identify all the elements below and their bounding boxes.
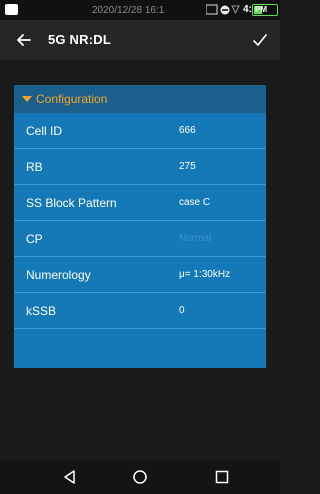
cast-icon (206, 4, 218, 15)
field-label: Numerology (26, 268, 91, 282)
field-label: kSSB (26, 304, 57, 318)
field-label: RB (26, 160, 43, 174)
field-value[interactable]: case C (179, 197, 259, 208)
status-icons (206, 4, 240, 15)
notification-icon (5, 4, 18, 15)
field-value-disabled: Normal (179, 233, 212, 244)
confirm-check-icon[interactable] (250, 30, 270, 50)
navigation-bar (0, 460, 280, 494)
field-row-cp: CP Normal (14, 221, 266, 257)
page-title: 5G NR:DL (48, 32, 111, 47)
field-label: Cell ID (26, 124, 63, 138)
status-datetime: 2020/12/28 16:1 (92, 5, 165, 16)
field-value[interactable]: μ= 1:30kHz (179, 269, 259, 280)
back-arrow-icon[interactable] (14, 30, 34, 50)
section-title: Configuration (36, 92, 108, 106)
battery-label: PM (255, 5, 267, 14)
field-label: SS Block Pattern (26, 196, 117, 210)
wifi-icon (231, 5, 240, 15)
collapse-triangle-icon (22, 96, 32, 102)
battery-icon: PM (252, 4, 278, 16)
app-bar: 5G NR:DL (0, 20, 280, 60)
field-row-cell-id[interactable]: Cell ID 666 (14, 113, 266, 149)
status-bar: 2020/12/28 16:1 4:1 PM (0, 0, 280, 20)
field-row-ss-block-pattern[interactable]: SS Block Pattern case C (14, 185, 266, 221)
field-row-numerology[interactable]: Numerology μ= 1:30kHz (14, 257, 266, 293)
configuration-panel: Configuration Cell ID 666 RB 275 SS Bloc… (14, 85, 266, 368)
field-value[interactable]: 666 (179, 125, 259, 136)
nav-back-icon[interactable] (62, 469, 78, 485)
field-label: CP (26, 232, 43, 246)
field-row-kssb[interactable]: kSSB 0 (14, 293, 266, 329)
configuration-section-header[interactable]: Configuration (14, 85, 266, 113)
nav-recents-icon[interactable] (215, 470, 229, 484)
field-value[interactable]: 275 (179, 161, 259, 172)
field-row-rb[interactable]: RB 275 (14, 149, 266, 185)
field-value[interactable]: 0 (179, 305, 259, 316)
nav-home-icon[interactable] (132, 469, 148, 485)
